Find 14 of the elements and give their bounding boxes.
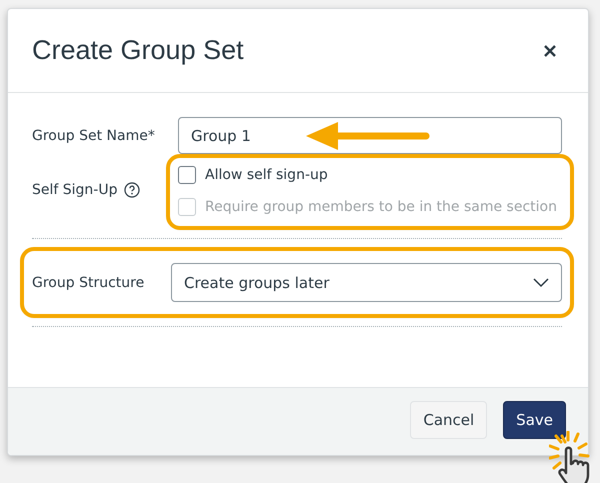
field-label: Group Structure	[32, 274, 144, 290]
save-button[interactable]: Save	[503, 401, 566, 439]
checkbox[interactable]	[178, 166, 196, 184]
chevron-icon	[533, 278, 549, 288]
dropdown[interactable]: Create groups later	[171, 263, 562, 302]
close-icon[interactable]	[544, 44, 556, 56]
field-label: Self Sign-Up	[32, 182, 118, 198]
checkbox-label: Require group members to be in the same section	[205, 199, 557, 215]
field-label: Group Set Name*	[32, 128, 155, 144]
help-icon[interactable]	[124, 182, 140, 198]
dialog-title: Create Group Set	[32, 35, 244, 66]
checkbox-label: Allow self sign-up	[205, 167, 328, 183]
cancel-button[interactable]: Cancel	[410, 401, 488, 439]
text-field[interactable]: Group 1	[178, 117, 562, 154]
